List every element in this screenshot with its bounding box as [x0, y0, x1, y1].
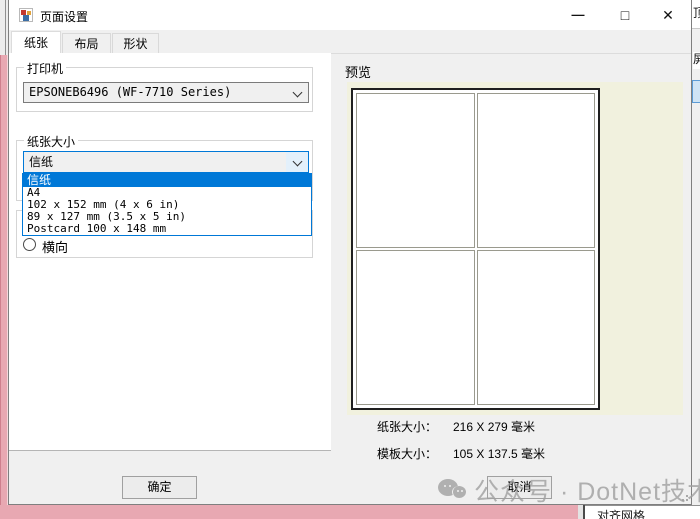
printer-group-label: 打印机	[24, 60, 66, 77]
backdrop-left-pink	[0, 55, 8, 519]
wechat-icon	[438, 477, 470, 503]
template-size-info-label: 模板大小：	[377, 445, 437, 462]
tab-strip: 纸张 布局 形状	[9, 30, 691, 53]
paper-size-selected-value: 信纸	[29, 155, 53, 169]
preview-paper	[351, 88, 600, 410]
chevron-down-icon	[293, 88, 303, 98]
backdrop-right-window: 顶 屏	[692, 0, 700, 519]
winforms-app-icon	[19, 8, 33, 22]
minimize-button[interactable]: —	[562, 2, 594, 28]
dropdown-option[interactable]: 信纸	[23, 174, 311, 187]
tab-layout[interactable]: 布局	[62, 33, 111, 53]
backdrop-text-fragment-top: 顶	[693, 6, 700, 22]
paper-size-dropdown-list[interactable]: 信纸A4102 x 152 mm (4 x 6 in)89 x 127 mm (…	[22, 173, 312, 236]
backdrop-grid-snap-box: 对齐网格	[585, 505, 700, 519]
preview-label: 预览	[345, 62, 371, 81]
close-button[interactable]: ✕	[652, 2, 684, 28]
dropdown-option[interactable]: 102 x 152 mm (4 x 6 in)	[23, 199, 311, 211]
backdrop-bottom: 对齐网格	[0, 505, 700, 519]
template-size-info-value: 105 X 137.5 毫米	[453, 445, 545, 462]
dropdown-option[interactable]: A4	[23, 187, 311, 199]
printer-combobox[interactable]: EPSONEB6496 (WF-7710 Series)	[23, 82, 309, 103]
printer-selected-value: EPSONEB6496 (WF-7710 Series)	[29, 85, 231, 99]
paper-size-info-label: 纸张大小：	[377, 418, 437, 435]
watermark: 公众号 · DotNet技术匠	[438, 472, 700, 508]
backdrop-toolbox-icon	[692, 80, 700, 103]
backdrop-left-window	[0, 0, 8, 519]
preview-panel	[347, 82, 683, 415]
backdrop-left-gray	[0, 0, 8, 55]
tab-shape[interactable]: 形状	[112, 33, 159, 53]
screen: 顶 屏 对齐网格 页面设置 — □ ✕ 纸张 布局 形状	[0, 0, 700, 519]
titlebar[interactable]: 页面设置 — □ ✕	[9, 0, 691, 30]
label-cell	[356, 250, 475, 405]
page-setup-dialog: 页面设置 — □ ✕ 纸张 布局 形状 打印机 EPSONEB6496 (WF-…	[8, 0, 692, 505]
maximize-button[interactable]: □	[609, 2, 641, 28]
ok-button[interactable]: 确定	[122, 476, 197, 499]
paper-size-group-label: 纸张大小	[24, 133, 78, 150]
cancel-button[interactable]: 取消	[487, 476, 552, 499]
tab-paper[interactable]: 纸张	[11, 31, 61, 53]
backdrop-text-fragment-mid: 屏	[693, 52, 700, 69]
label-cell	[477, 93, 596, 248]
grid-snap-label: 对齐网格	[597, 507, 700, 519]
preview-grid	[356, 93, 595, 405]
paper-size-info-value: 216 X 279 毫米	[453, 418, 535, 435]
dropdown-option[interactable]: Postcard 100 x 148 mm	[23, 223, 311, 235]
label-cell	[356, 93, 475, 248]
dialog-title: 页面设置	[40, 8, 88, 25]
dropdown-option[interactable]: 89 x 127 mm (3.5 x 5 in)	[23, 211, 311, 223]
paper-size-combobox[interactable]: 信纸	[23, 151, 309, 173]
label-cell	[477, 250, 596, 405]
resize-grip[interactable]	[679, 492, 688, 501]
